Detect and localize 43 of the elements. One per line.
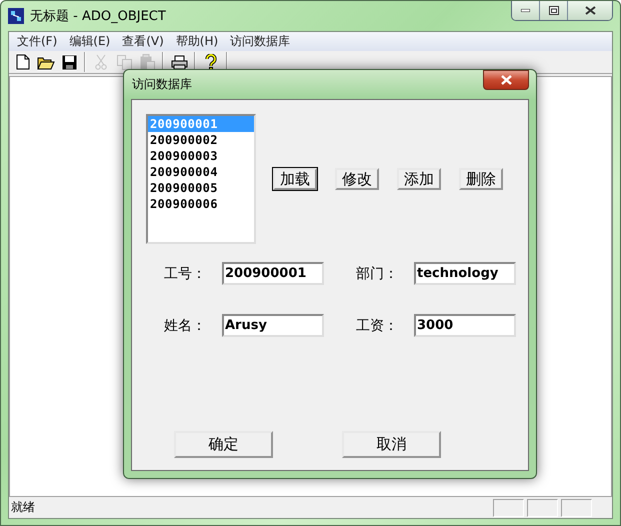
- field-label: 姓名：: [164, 316, 207, 334]
- field-label: 工号：: [164, 264, 207, 282]
- list-item[interactable]: 200900004: [148, 164, 254, 180]
- new-file-icon[interactable]: [16, 54, 30, 70]
- action-button[interactable]: 加载: [273, 168, 317, 190]
- status-pane: [561, 498, 592, 516]
- status-pane: [493, 498, 524, 516]
- list-item[interactable]: 200900002: [148, 132, 254, 148]
- folder-icon[interactable]: [37, 54, 55, 70]
- minimize-icon[interactable]: [521, 9, 530, 12]
- list-item[interactable]: 200900006: [148, 196, 254, 212]
- list-item[interactable]: 200900003: [148, 148, 254, 164]
- input-field[interactable]: technology: [414, 262, 516, 285]
- close-icon[interactable]: [584, 6, 596, 15]
- action-button[interactable]: 添加: [397, 168, 441, 190]
- status-pane: [527, 498, 558, 516]
- input-field[interactable]: Arusy: [222, 314, 324, 337]
- input-field[interactable]: 3000: [414, 314, 516, 337]
- close-button[interactable]: [483, 70, 529, 90]
- window-title: 无标题 - ADO_OBJECT: [30, 8, 166, 25]
- field-label: 部门：: [356, 264, 399, 282]
- minimize-button[interactable]: [512, 1, 539, 20]
- id-listbox[interactable]: 200900001 200900002 200900003 200900004 200900005 200900006: [146, 114, 256, 244]
- dialog-button[interactable]: 确定: [174, 431, 273, 458]
- close-button[interactable]: [567, 1, 612, 20]
- menu-item[interactable]: 文件(F): [11, 33, 64, 50]
- menu-item[interactable]: 查看(V): [116, 33, 170, 50]
- menu-item[interactable]: 编辑(E): [63, 33, 116, 50]
- dialog-button[interactable]: 取消: [342, 431, 441, 458]
- maximize-button[interactable]: [539, 1, 567, 20]
- input-field[interactable]: 200900001: [222, 262, 324, 285]
- dialog-title: 访问数据库: [131, 76, 192, 93]
- help-icon[interactable]: [205, 54, 217, 70]
- menu-item[interactable]: 访问数据库: [224, 33, 296, 50]
- menu-item[interactable]: 帮助(H): [170, 33, 224, 50]
- maximize-icon[interactable]: [548, 6, 558, 15]
- printer-icon[interactable]: [170, 54, 188, 70]
- app-icon: [8, 8, 24, 24]
- action-button[interactable]: 删除: [459, 168, 503, 190]
- status-text: 就绪: [10, 499, 35, 516]
- action-button[interactable]: 修改: [335, 168, 379, 190]
- field-label: 工资：: [356, 316, 399, 334]
- list-item[interactable]: 200900005: [148, 180, 254, 196]
